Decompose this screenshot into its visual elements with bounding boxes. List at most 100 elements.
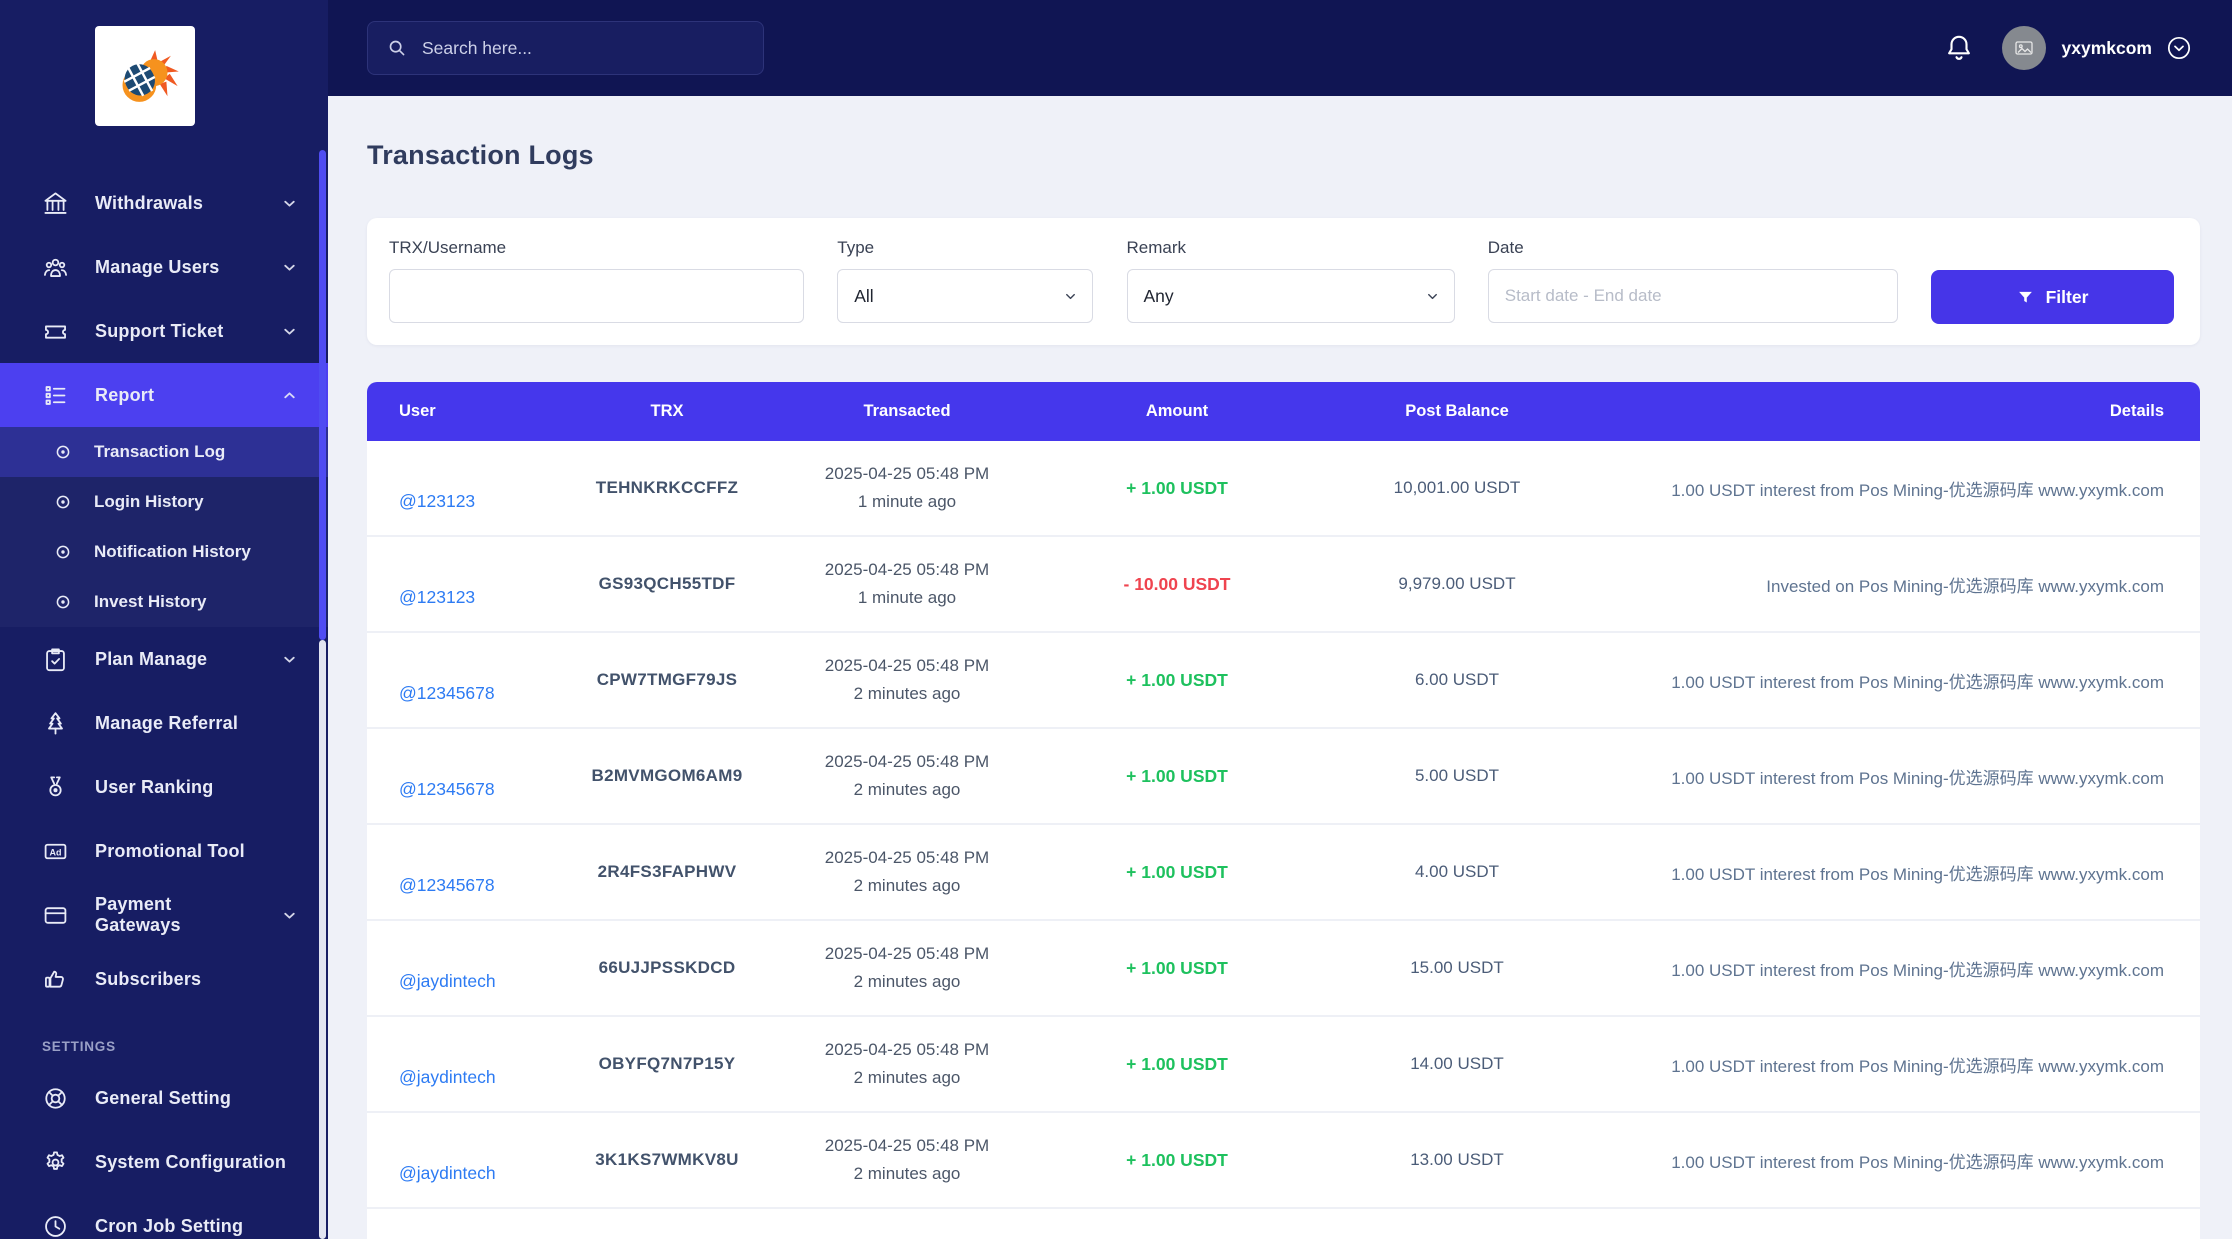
amount-value: + 1.00 USDT bbox=[1126, 669, 1228, 690]
transacted-ago: 2 minutes ago bbox=[853, 1068, 961, 1087]
sidebar-item-payment-gateways[interactable]: Payment Gateways bbox=[0, 883, 328, 947]
medal-icon bbox=[42, 774, 69, 801]
notifications-bell-icon[interactable] bbox=[1944, 33, 1974, 63]
post-balance-value: 13.00 USDT bbox=[1410, 1150, 1504, 1169]
post-balance-value: 9,979.00 USDT bbox=[1398, 574, 1516, 593]
sidebar-scrollbar-track bbox=[319, 640, 326, 1239]
user-link[interactable]: @123123 bbox=[399, 587, 475, 608]
brand-logo[interactable] bbox=[95, 26, 195, 126]
header-post-balance: Post Balance bbox=[1405, 402, 1509, 420]
sidebar-scrollbar-thumb[interactable] bbox=[319, 150, 326, 640]
date-range-input[interactable] bbox=[1487, 269, 1898, 323]
search-input[interactable] bbox=[422, 37, 745, 59]
transacted-date: 2025-04-25 05:48 PM bbox=[824, 1039, 990, 1059]
transacted-date: 2025-04-25 05:48 PM bbox=[824, 1135, 990, 1155]
avatar bbox=[2001, 26, 2046, 70]
sidebar-item-cron-job-setting[interactable]: Cron Job Setting bbox=[0, 1194, 328, 1239]
sidebar-item-label: User Ranking bbox=[95, 776, 214, 797]
table-row: @jaydintech 3K1KS7WMKV8U 2025-04-25 05:4… bbox=[367, 1113, 2200, 1209]
sidebar-submenu: Transaction Log Login History Notification… bbox=[0, 427, 328, 627]
amount-value: + 1.00 USDT bbox=[1126, 1149, 1228, 1170]
chevron-up-icon bbox=[281, 387, 298, 404]
user-link[interactable]: @jaydintech bbox=[399, 1163, 496, 1184]
trx-code: CPW7TMGF79JS bbox=[596, 670, 738, 689]
table-row: @123123 TEHNKRKCCFFZ 2025-04-25 05:48 PM… bbox=[367, 441, 2200, 537]
user-link[interactable]: @123123 bbox=[399, 491, 475, 512]
user-link[interactable]: @12345678 bbox=[399, 683, 495, 704]
sidebar-item-manage-referral[interactable]: Manage Referral bbox=[0, 691, 328, 755]
sidebar-item-manage-users[interactable]: Manage Users bbox=[0, 235, 328, 299]
chevron-down-icon bbox=[281, 195, 298, 212]
sidebar-subitem-login-history[interactable]: Login History bbox=[0, 477, 328, 527]
sidebar-item-report[interactable]: Report bbox=[0, 363, 328, 427]
sidebar-item-subscribers[interactable]: Subscribers bbox=[0, 947, 328, 1011]
transaction-table: User TRX Transacted Amount Post Balance … bbox=[367, 382, 2200, 1239]
remark-label: Remark bbox=[1126, 238, 1187, 257]
transacted-ago: 1 minute ago bbox=[857, 492, 957, 511]
user-link[interactable]: @jaydintech bbox=[399, 1067, 496, 1088]
table-row: @12345678 CPW7TMGF79JS 2025-04-25 05:48 … bbox=[367, 633, 2200, 729]
table-row: @jaydintech 66UJJPSSKDCD 2025-04-25 05:4… bbox=[367, 921, 2200, 1017]
sidebar-item-label: Plan Manage bbox=[95, 648, 208, 669]
type-select[interactable]: All bbox=[837, 269, 1094, 323]
sidebar-item-user-ranking[interactable]: User Ranking bbox=[0, 755, 328, 819]
dot-icon bbox=[52, 541, 74, 563]
filter-button[interactable]: Filter bbox=[1931, 270, 2174, 324]
sidebar-item-system-configuration[interactable]: System Configuration bbox=[0, 1130, 328, 1194]
image-placeholder-icon bbox=[2014, 41, 2033, 55]
remark-select[interactable]: Any bbox=[1126, 269, 1455, 323]
sidebar-subitem-transaction-log[interactable]: Transaction Log bbox=[0, 427, 328, 477]
main-content: Transaction Logs TRX/Username Type All R… bbox=[328, 96, 2232, 1239]
transacted-ago: 2 minutes ago bbox=[853, 876, 961, 895]
filter-button-label: Filter bbox=[2045, 286, 2089, 307]
chevron-down-circle-icon bbox=[2166, 35, 2192, 61]
sidebar-item-label: Report bbox=[95, 384, 155, 405]
sidebar-item-plan-manage[interactable]: Plan Manage bbox=[0, 627, 328, 691]
sidebar-subitem-label: Invest History bbox=[94, 592, 207, 611]
sidebar-subitem-label: Notification History bbox=[94, 542, 251, 561]
sidebar-settings-heading: SETTINGS bbox=[42, 1039, 116, 1054]
transacted-ago: 2 minutes ago bbox=[853, 1164, 961, 1183]
ticket-icon bbox=[42, 318, 69, 345]
sidebar-item-withdrawals[interactable]: Withdrawals bbox=[0, 171, 328, 235]
sidebar-item-label: Support Ticket bbox=[95, 320, 224, 341]
remark-select-value: Any bbox=[1143, 285, 1174, 306]
sidebar-subitem-invest-history[interactable]: Invest History bbox=[0, 577, 328, 627]
chevron-down-icon bbox=[281, 259, 298, 276]
trx-username-input[interactable] bbox=[389, 269, 804, 323]
sidebar-subitem-notification-history[interactable]: Notification History bbox=[0, 527, 328, 577]
header-user: User bbox=[399, 402, 436, 420]
user-link[interactable]: @jaydintech bbox=[399, 971, 496, 992]
details-text: 1.00 USDT interest from Pos Mining-优选源码库… bbox=[1671, 1152, 2164, 1172]
user-link[interactable]: @12345678 bbox=[399, 875, 495, 896]
sidebar-item-support-ticket[interactable]: Support Ticket bbox=[0, 299, 328, 363]
lifebuoy-icon bbox=[42, 1085, 69, 1112]
topbar-right: yxymkcom bbox=[1944, 26, 2192, 70]
dot-icon bbox=[52, 591, 74, 613]
trx-code: 2R4FS3FAPHWV bbox=[597, 862, 737, 881]
type-select-value: All bbox=[854, 285, 874, 306]
header-transacted: Transacted bbox=[863, 402, 951, 420]
chevron-down-icon bbox=[281, 651, 298, 668]
sidebar-item-label: Withdrawals bbox=[95, 192, 204, 213]
sidebar-item-promotional-tool[interactable]: Ad Promotional Tool bbox=[0, 819, 328, 883]
trx-code: GS93QCH55TDF bbox=[598, 574, 736, 593]
user-link[interactable]: @12345678 bbox=[399, 779, 495, 800]
amount-value: + 1.00 USDT bbox=[1126, 861, 1228, 882]
dot-icon bbox=[52, 441, 74, 463]
sidebar-subitem-label: Login History bbox=[94, 492, 204, 511]
sidebar-item-label: Payment Gateways bbox=[95, 894, 181, 935]
table-row: @jaydintech OBYFQ7N7P15Y 2025-04-25 05:4… bbox=[367, 1017, 2200, 1113]
table-row: @12345678 B2MVMGOM6AM9 2025-04-25 05:48 … bbox=[367, 729, 2200, 825]
date-label: Date bbox=[1487, 238, 1524, 257]
details-text: 1.00 USDT interest from Pos Mining-优选源码库… bbox=[1671, 480, 2164, 500]
sidebar-item-label: System Configuration bbox=[95, 1151, 287, 1172]
sidebar-item-label: Manage Users bbox=[95, 256, 220, 277]
sidebar-item-general-setting[interactable]: General Setting bbox=[0, 1066, 328, 1130]
clipboard-icon bbox=[42, 646, 69, 673]
transacted-date: 2025-04-25 05:48 PM bbox=[824, 463, 990, 483]
users-icon bbox=[42, 254, 69, 281]
topbar: yxymkcom bbox=[328, 0, 2232, 96]
user-menu[interactable]: yxymkcom bbox=[2001, 26, 2192, 70]
header-amount: Amount bbox=[1145, 402, 1209, 420]
